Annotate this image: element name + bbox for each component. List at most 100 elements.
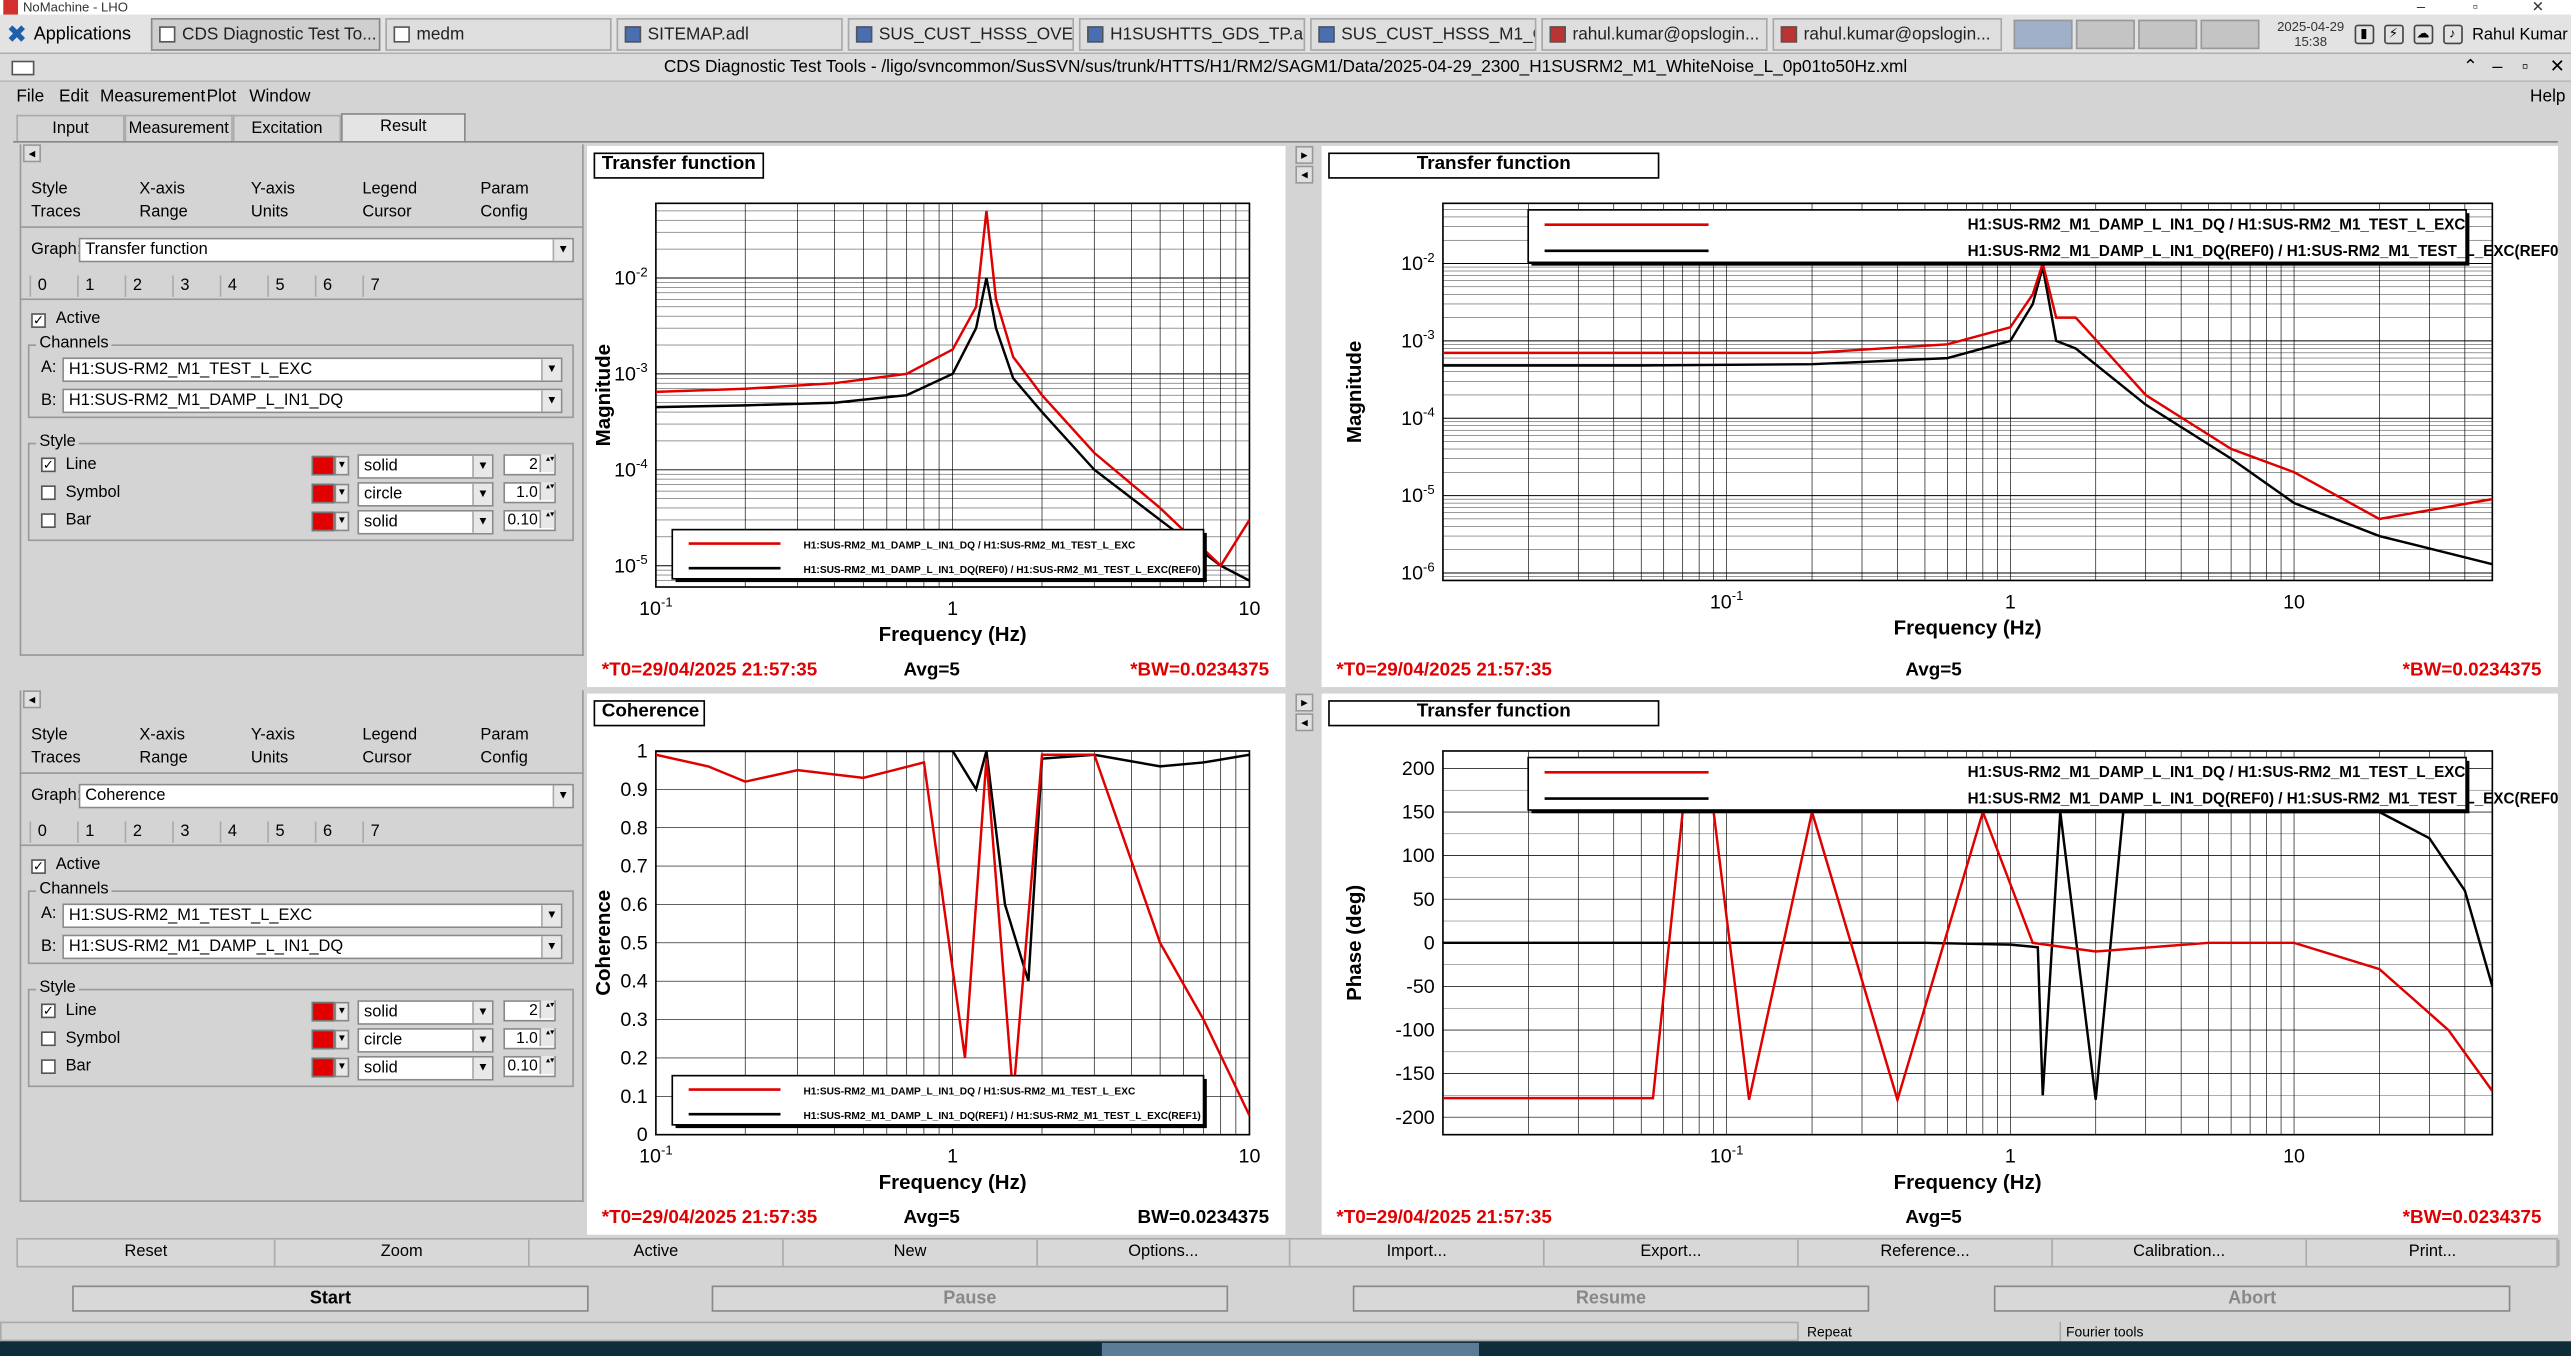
trace-tab-4[interactable]: 4 xyxy=(219,275,266,297)
bottom-button-options[interactable]: Options... xyxy=(1038,1239,1291,1266)
line-size-spinner[interactable]: 2 xyxy=(503,1000,556,1022)
option-tab-units[interactable]: Units xyxy=(251,748,288,771)
line-color-swatch[interactable] xyxy=(311,1001,335,1022)
menu-help[interactable]: Help xyxy=(2530,84,2565,112)
active-checkbox[interactable]: ✓ xyxy=(31,313,46,328)
plot-pad-bottom-right[interactable]: Transfer function 10-1 1 10 -200 -150 -100 -50 0… xyxy=(1321,693,2558,1235)
menu-window[interactable]: Window xyxy=(249,84,310,112)
trace-tab-5[interactable]: 5 xyxy=(267,821,313,843)
task-sus-cust-hsss-over[interactable]: SUS_CUST_HSSS_OVER... xyxy=(847,18,1075,51)
option-tab-param[interactable]: Param xyxy=(480,179,528,202)
option-tab-y-axis[interactable]: Y-axis xyxy=(251,725,295,748)
chevron-down-icon[interactable]: ▼ xyxy=(334,511,350,532)
panel-collapse-icon[interactable]: ◂ xyxy=(22,144,41,163)
pause-button[interactable]: Pause xyxy=(711,1285,1229,1312)
workspace-2[interactable] xyxy=(2075,19,2135,50)
workspace-3[interactable] xyxy=(2138,19,2198,50)
window-close-icon[interactable]: ✕ xyxy=(2550,54,2565,80)
abort-button[interactable]: Abort xyxy=(1993,1285,2511,1312)
line-checkbox[interactable]: ✓ xyxy=(40,457,56,473)
menu-file[interactable]: File xyxy=(16,84,44,112)
chevron-down-icon[interactable]: ▼ xyxy=(334,1057,350,1078)
tab-result[interactable]: Result xyxy=(341,113,466,143)
option-tab-range[interactable]: Range xyxy=(139,748,187,771)
trace-tab-4[interactable]: 4 xyxy=(219,821,266,843)
chart-svg[interactable]: 10-1 1 10 10-5 10-4 10-3 10-2 Frequency (Hz) Mag… xyxy=(587,146,1286,687)
option-tab-x-axis[interactable]: X-axis xyxy=(139,179,185,202)
symbol-size-spinner[interactable]: 1.0 xyxy=(503,482,556,504)
bar-checkbox[interactable] xyxy=(40,1059,56,1075)
trace-tab-6[interactable]: 6 xyxy=(314,821,361,843)
bottom-button-reference[interactable]: Reference... xyxy=(1799,1239,2053,1266)
bar-style-select[interactable]: solid ▼ xyxy=(357,1055,494,1081)
bottom-button-zoom[interactable]: Zoom xyxy=(275,1239,530,1266)
menu-plot[interactable]: Plot xyxy=(207,84,237,112)
bottom-button-print[interactable]: Print... xyxy=(2307,1239,2560,1266)
trace-tab-1[interactable]: 1 xyxy=(77,821,123,843)
option-tab-param[interactable]: Param xyxy=(480,725,528,748)
option-tab-config[interactable]: Config xyxy=(480,748,527,771)
active-checkbox[interactable]: ✓ xyxy=(31,859,46,874)
chart-svg[interactable]: 10-1 1 10 -200 -150 -100 -50 0 50 100 150 200 Freque… xyxy=(1322,694,2558,1235)
channel-b-select[interactable]: H1:SUS-RM2_M1_DAMP_L_IN1_DQ ▼ xyxy=(62,934,563,960)
trace-tab-5[interactable]: 5 xyxy=(267,275,313,297)
symbol-size-spinner[interactable]: 1.0 xyxy=(503,1028,556,1050)
volume-icon[interactable]: ♪ xyxy=(2442,24,2463,45)
workspace-4[interactable] xyxy=(2200,19,2260,50)
bar-size-spinner[interactable]: 0.10 xyxy=(503,1055,556,1078)
bar-style-select[interactable]: solid ▼ xyxy=(357,509,494,535)
bottom-button-reset[interactable]: Reset xyxy=(18,1239,276,1266)
graph-select[interactable]: Transfer function ▼ xyxy=(78,237,574,263)
symbol-color-swatch[interactable] xyxy=(311,1029,335,1050)
trace-tab-3[interactable]: 3 xyxy=(172,275,218,297)
bottom-button-new[interactable]: New xyxy=(784,1239,1038,1266)
task-cds-diagnostic[interactable]: CDS Diagnostic Test To... xyxy=(150,18,381,51)
plot-pad-bottom-left[interactable]: Coherence 10-1 1 10 0 0.1 0.2 0.3 0.4 0.5 0.6 0.7 0.… xyxy=(587,693,1286,1235)
battery-icon[interactable]: ⚡ xyxy=(2383,24,2404,45)
option-tab-units[interactable]: Units xyxy=(251,202,288,225)
line-checkbox[interactable]: ✓ xyxy=(40,1003,56,1019)
option-tab-legend[interactable]: Legend xyxy=(362,179,417,202)
trace-tab-2[interactable]: 2 xyxy=(124,275,171,297)
bottom-button-calibration[interactable]: Calibration... xyxy=(2053,1239,2308,1266)
task-h1sushtts-gds-tp[interactable]: H1SUSHTTS_GDS_TP.adl xyxy=(1078,18,1306,51)
trace-tab-0[interactable]: 0 xyxy=(29,275,76,297)
applications-menu[interactable]: ✖ Applications xyxy=(7,20,131,50)
chevron-down-icon[interactable]: ▼ xyxy=(334,1029,350,1050)
workspace-1[interactable] xyxy=(2013,19,2073,50)
trace-tab-0[interactable]: 0 xyxy=(29,821,76,843)
option-tab-y-axis[interactable]: Y-axis xyxy=(251,179,295,202)
menu-edit[interactable]: Edit xyxy=(59,84,89,112)
line-style-select[interactable]: solid ▼ xyxy=(357,454,494,479)
trace-tab-7[interactable]: 7 xyxy=(362,821,408,843)
option-tab-style[interactable]: Style xyxy=(31,179,67,202)
bottom-button-import[interactable]: Import... xyxy=(1290,1239,1545,1266)
task-sus-cust-hsss-m1[interactable]: SUS_CUST_HSSS_M1_O... xyxy=(1310,18,1537,51)
option-tab-x-axis[interactable]: X-axis xyxy=(139,725,185,748)
tab-excitation[interactable]: Excitation xyxy=(232,114,342,143)
symbol-color-swatch[interactable] xyxy=(311,483,335,504)
channel-a-select[interactable]: H1:SUS-RM2_M1_TEST_L_EXC ▼ xyxy=(62,903,563,929)
option-tab-traces[interactable]: Traces xyxy=(31,748,81,771)
chart-svg[interactable]: 10-1 1 10 10-6 10-5 10-4 10-3 10-2 Frequency (Hz… xyxy=(1322,146,2558,687)
channel-b-select[interactable]: H1:SUS-RM2_M1_DAMP_L_IN1_DQ ▼ xyxy=(62,388,563,414)
option-tab-range[interactable]: Range xyxy=(139,202,187,225)
chart-svg[interactable]: 10-1 1 1000.10.20.30.40.50.60.70.80.91Freq… xyxy=(587,694,1286,1235)
menu-measurement[interactable]: Measurement xyxy=(100,84,205,112)
line-style-select[interactable]: solid ▼ xyxy=(357,1000,494,1025)
pad-scroll-left-icon-2[interactable]: ▸ xyxy=(1295,693,1314,712)
pad-scroll-right-icon-2[interactable]: ◂ xyxy=(1295,713,1314,732)
bottom-button-active[interactable]: Active xyxy=(530,1239,784,1266)
resume-button[interactable]: Resume xyxy=(1352,1285,1870,1312)
panel-collapse-icon[interactable]: ◂ xyxy=(22,690,41,709)
task-sitemap[interactable]: SITEMAP.adl xyxy=(616,18,843,51)
tab-measurement[interactable]: Measurement xyxy=(124,114,233,143)
start-button[interactable]: Start xyxy=(72,1285,589,1312)
option-tab-legend[interactable]: Legend xyxy=(362,725,417,748)
window-shade-icon[interactable]: ⌃ xyxy=(2463,54,2478,80)
bar-color-swatch[interactable] xyxy=(311,511,335,532)
plot-pad-top-left[interactable]: Transfer function 10-1 1 10 10-5 10-4 10-3 10-2… xyxy=(587,145,1286,688)
user-name[interactable]: Rahul Kumar xyxy=(2472,25,2568,43)
symbol-checkbox[interactable] xyxy=(40,485,56,501)
pad-scroll-left-icon[interactable]: ▸ xyxy=(1295,145,1314,164)
